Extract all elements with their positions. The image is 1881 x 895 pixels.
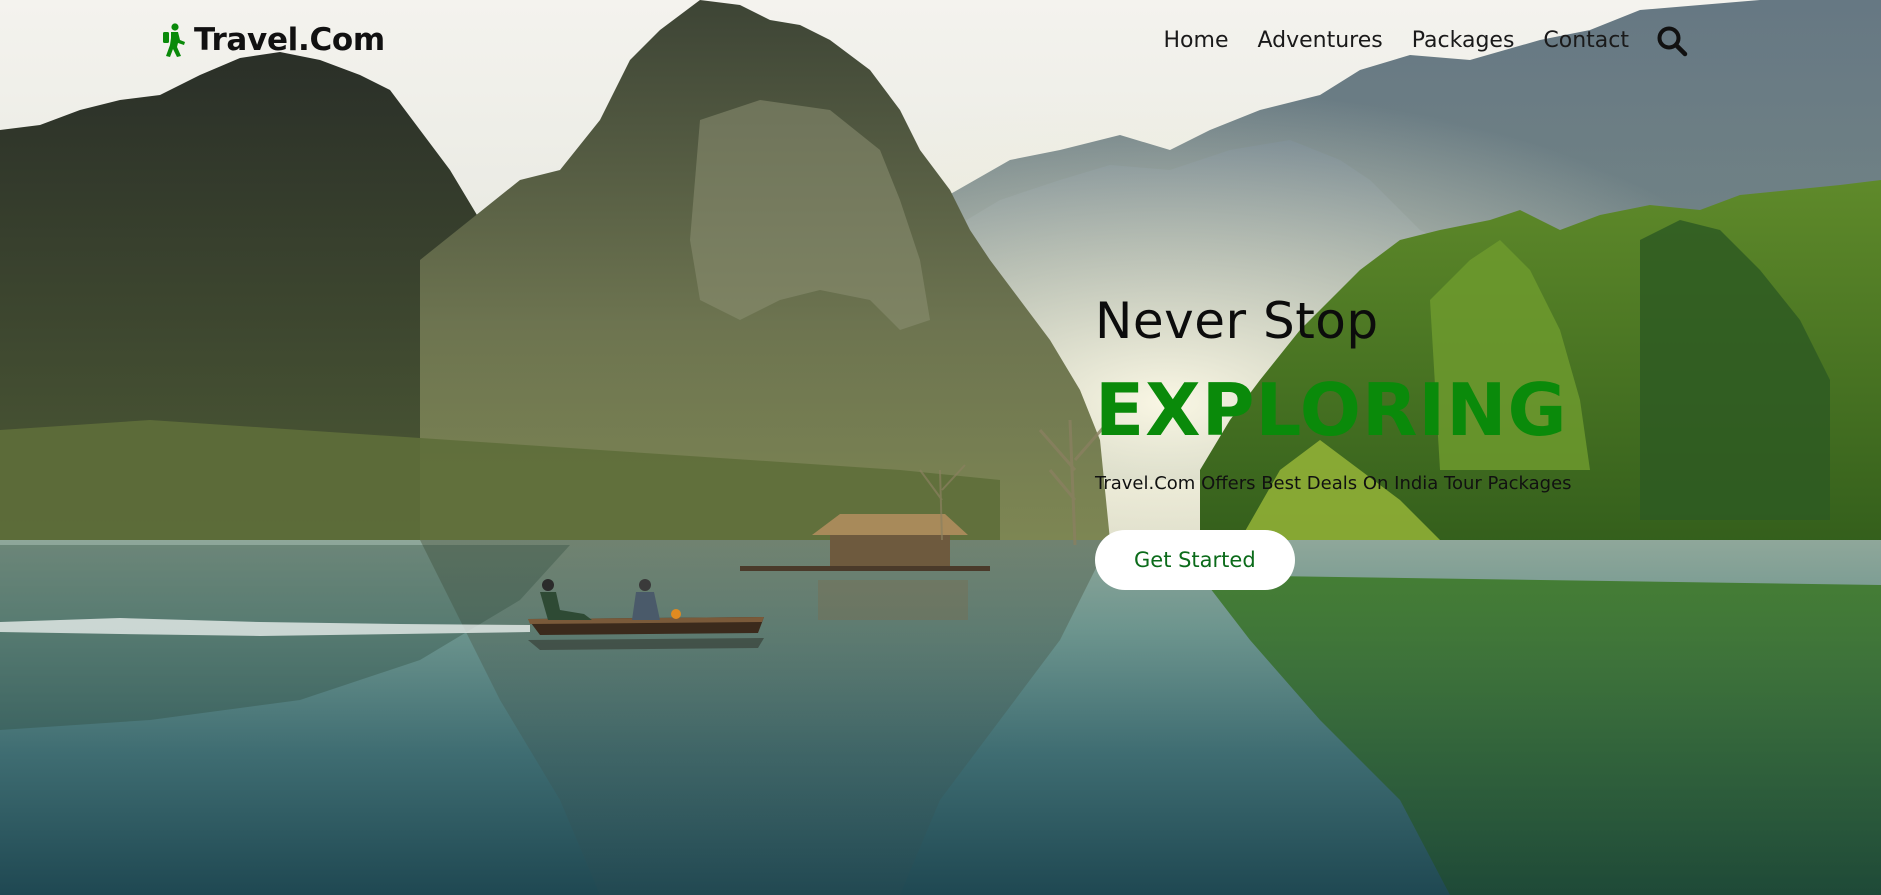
hero-content: Never Stop EXPLORING Travel.Com Offers B…: [1095, 286, 1795, 590]
get-started-button[interactable]: Get Started: [1095, 530, 1295, 590]
hiker-icon: [160, 23, 188, 57]
hero-section: Travel.Com Home Adventures Packages Cont…: [0, 0, 1881, 895]
hero-heading-line1: Never Stop: [1095, 292, 1379, 350]
search-icon[interactable]: [1655, 24, 1689, 58]
hero-subtitle: Travel.Com Offers Best Deals On India To…: [1095, 473, 1572, 494]
nav-packages-link[interactable]: Packages: [1412, 24, 1515, 58]
nav-adventures-link[interactable]: Adventures: [1257, 24, 1382, 58]
navbar: Travel.Com Home Adventures Packages Cont…: [0, 0, 1881, 82]
nav-menu: Home Adventures Packages Contact: [1135, 24, 1689, 58]
brand-logo[interactable]: Travel.Com: [160, 18, 385, 62]
nav-contact-link[interactable]: Contact: [1543, 24, 1629, 58]
nav-home-link[interactable]: Home: [1164, 24, 1229, 58]
hero-heading-exploring: EXPLORING: [1095, 368, 1568, 452]
brand-name: Travel.Com: [194, 22, 385, 58]
